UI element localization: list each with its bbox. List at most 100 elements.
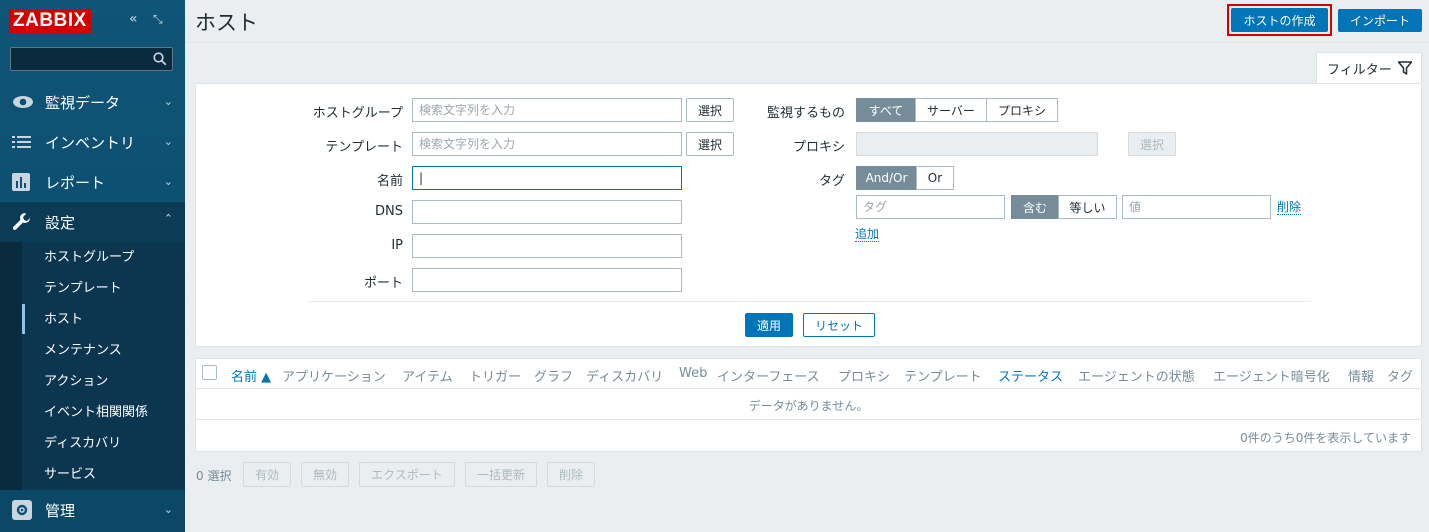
column-name[interactable]: 名前 ▲ <box>231 366 271 385</box>
submenu-actions[interactable]: アクション <box>22 366 185 397</box>
submenu-services[interactable]: サービス <box>22 459 185 490</box>
column-info: 情報 <box>1348 370 1375 385</box>
page-title: ホスト <box>195 11 258 35</box>
port-label: ポート <box>363 276 403 291</box>
filter-tab[interactable]: フィルター <box>1316 52 1422 84</box>
header-divider <box>196 388 1421 389</box>
sidebar: ZABBIX « ⤡ 監視データ ⌄ インベントリ ⌄ レポート ⌄ 設定 ⌃ … <box>0 0 185 532</box>
filter-tab-label: フィルター <box>1327 63 1392 78</box>
menu-monitoring[interactable]: 監視データ ⌄ <box>0 82 185 122</box>
column-applications: アプリケーション <box>282 370 386 385</box>
filter-divider <box>309 301 1311 302</box>
template-input[interactable]: 検索文字列を入力 <box>412 132 682 156</box>
menu-administration[interactable]: 管理 ⌄ <box>0 490 185 530</box>
submenu-event-correlation[interactable]: イベント相関関係 <box>22 397 185 428</box>
proxy-label: プロキシ <box>792 140 845 155</box>
monitored-by-all[interactable]: すべて <box>856 98 916 122</box>
tag-match-contains[interactable]: 含む <box>1011 195 1059 219</box>
tag-match-equals[interactable]: 等しい <box>1058 195 1117 219</box>
selected-count: 0 選択 <box>196 469 232 483</box>
tag-remove-link[interactable]: 削除 <box>1277 200 1302 215</box>
column-items: アイテム <box>402 370 453 385</box>
import-button[interactable]: インポート <box>1338 9 1422 32</box>
no-data-message: データがありません。 <box>748 399 869 413</box>
monitored-by-proxy[interactable]: プロキシ <box>986 98 1058 122</box>
menu-label: インベントリ <box>45 133 136 152</box>
submenu-discovery[interactable]: ディスカバリ <box>22 428 185 459</box>
column-triggers: トリガー <box>469 370 522 385</box>
chevron-down-icon: ⌄ <box>163 175 173 188</box>
mass-update-button: 一括更新 <box>465 462 537 487</box>
eye-icon <box>12 95 36 109</box>
column-agent-status: エージェントの状態 <box>1078 370 1195 385</box>
column-status[interactable]: ステータス <box>998 366 1063 385</box>
monitored-by-server[interactable]: サーバー <box>915 98 987 122</box>
column-discovery: ディスカバリ <box>586 370 664 385</box>
menu-label: 監視データ <box>45 93 121 112</box>
menu-label: 管理 <box>45 501 76 520</box>
tag-match-toggle: 含む 等しい <box>1011 195 1117 219</box>
tag-add-link[interactable]: 追加 <box>855 227 880 242</box>
reset-button[interactable]: リセット <box>803 313 875 337</box>
export-button: エクスポート <box>359 462 455 487</box>
column-templates: テンプレート <box>904 370 982 385</box>
chevron-down-icon: ⌄ <box>163 95 173 108</box>
filter-icon <box>1398 61 1412 75</box>
wrench-icon <box>12 212 36 232</box>
configuration-submenu: ホストグループ テンプレート ホスト メンテナンス アクション イベント相関関係… <box>0 242 185 490</box>
menu-configuration[interactable]: 設定 ⌃ <box>0 202 185 242</box>
menu-label: 設定 <box>45 213 76 232</box>
column-interface: インターフェース <box>717 370 820 385</box>
menu-inventory[interactable]: インベントリ ⌄ <box>0 122 185 162</box>
ip-label: IP <box>391 238 403 253</box>
ip-input[interactable] <box>412 234 682 258</box>
tag-value-input[interactable]: 値 <box>1122 195 1271 219</box>
apply-button[interactable]: 適用 <box>745 313 793 337</box>
submenu-hosts[interactable]: ホスト <box>22 304 185 335</box>
template-select-button[interactable]: 選択 <box>686 132 734 156</box>
delete-button: 削除 <box>547 462 595 487</box>
disable-button: 無効 <box>301 462 349 487</box>
kiosk-mode-icon[interactable]: ⤡ <box>153 12 163 27</box>
list-icon <box>12 135 36 149</box>
proxy-select-button: 選択 <box>1128 132 1176 156</box>
chevron-down-icon: ⌄ <box>163 135 173 148</box>
submenu-host-groups[interactable]: ホストグループ <box>22 242 185 273</box>
host-group-input[interactable]: 検索文字列を入力 <box>412 98 682 122</box>
tags-label: タグ <box>818 174 845 189</box>
bar-chart-icon <box>12 173 36 191</box>
zabbix-logo[interactable]: ZABBIX <box>9 9 91 33</box>
menu-reports[interactable]: レポート ⌄ <box>0 162 185 202</box>
tags-operator-or[interactable]: Or <box>916 166 954 190</box>
name-label: 名前 <box>376 174 403 189</box>
column-agent-encryption: エージェント暗号化 <box>1213 370 1330 385</box>
enable-button: 有効 <box>243 462 291 487</box>
dns-label: DNS <box>375 204 403 219</box>
dns-input[interactable] <box>412 200 682 224</box>
create-host-button[interactable]: ホストの作成 <box>1231 8 1328 32</box>
tags-operator-toggle: And/Or Or <box>856 166 954 190</box>
select-all-checkbox[interactable] <box>202 365 217 380</box>
hosts-table: 名前 ▲ アプリケーション アイテム トリガー グラフ ディスカバリ Web イ… <box>195 358 1422 452</box>
column-tags: タグ <box>1387 370 1414 385</box>
gear-icon <box>12 500 36 520</box>
chevron-down-icon: ⌄ <box>163 503 173 516</box>
sidebar-search-input[interactable] <box>10 47 173 71</box>
proxy-input <box>856 132 1098 156</box>
name-input[interactable]: | <box>412 166 682 190</box>
port-input[interactable] <box>412 268 682 292</box>
host-group-select-button[interactable]: 選択 <box>686 98 734 122</box>
column-graphs: グラフ <box>534 370 574 385</box>
tags-operator-and-or[interactable]: And/Or <box>856 166 917 190</box>
tag-name-input[interactable]: タグ <box>856 195 1005 219</box>
submenu-templates[interactable]: テンプレート <box>22 273 185 304</box>
host-group-label: ホストグループ <box>312 106 403 121</box>
monitored-by-toggle: すべて サーバー プロキシ <box>856 98 1058 122</box>
row-divider <box>196 419 1421 420</box>
chevron-up-icon: ⌃ <box>163 212 173 225</box>
submenu-maintenance[interactable]: メンテナンス <box>22 335 185 366</box>
collapse-sidebar-icon[interactable]: « <box>129 11 138 27</box>
template-label: テンプレート <box>325 140 403 155</box>
header-divider <box>185 42 1429 43</box>
search-icon[interactable] <box>153 52 167 66</box>
